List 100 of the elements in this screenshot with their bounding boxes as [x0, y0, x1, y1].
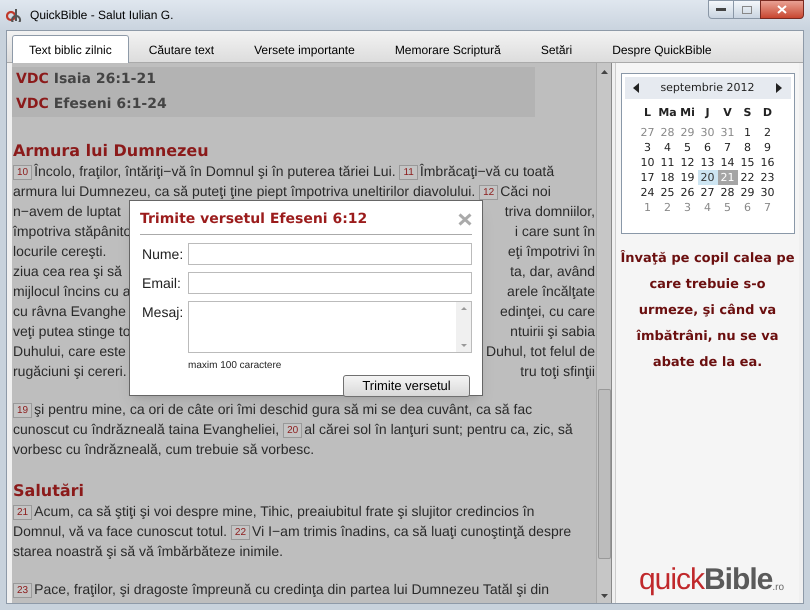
verse-number: 19 — [13, 403, 32, 418]
section-heading: Salutări — [13, 481, 86, 501]
calendar-day[interactable]: 15 — [738, 155, 758, 170]
scroll-up-icon[interactable] — [460, 307, 466, 310]
verse-number: 21 — [13, 505, 32, 520]
calendar-day[interactable]: 13 — [698, 155, 718, 170]
dialog-title: Trimite versetul Efeseni 6:12 — [140, 210, 368, 229]
field-label: Mesaj: — [142, 303, 184, 322]
calendar-day[interactable]: 11 — [658, 155, 678, 170]
calendar-day[interactable]: 24 — [638, 185, 658, 200]
verse-text: şi pentru mine, ca ori de câte ori îmi deschid gura să mi se dea cuvânt, ca să fac — [34, 401, 532, 417]
app-logo-icon — [6, 8, 24, 22]
calendar-day[interactable]: 26 — [678, 185, 698, 200]
calendar-day[interactable]: 28 — [718, 185, 738, 200]
close-icon[interactable] — [458, 213, 472, 226]
verse-text: Căci noi — [500, 183, 551, 199]
weekday-label: Ma — [658, 105, 678, 121]
previous-month-icon[interactable] — [632, 83, 638, 93]
reading-link[interactable]: VDC Isaia 26:1-21 — [16, 69, 535, 90]
calendar-day[interactable]: 6 — [738, 200, 758, 215]
quickbible-logo: quickBible.ro — [638, 565, 784, 595]
scrollbar[interactable] — [596, 63, 611, 603]
verse-text: locurile cereşti. — [13, 243, 106, 259]
calendar-day[interactable]: 20 — [698, 170, 718, 185]
tab[interactable]: Memorare Scriptură — [374, 38, 521, 62]
close-icon — [777, 5, 787, 14]
calendar-day[interactable]: 17 — [638, 170, 658, 185]
verse-text: triva domniilor, — [504, 203, 595, 219]
verse-text: Acum, ca să ştiţi şi voi despre mine, Tihic, preaiubitul frate şi slujitor credincios în — [34, 503, 534, 519]
calendar-day[interactable]: 19 — [678, 170, 698, 185]
calendar-day[interactable]: 3 — [678, 200, 698, 215]
tab[interactable]: Versete importante — [234, 38, 375, 62]
text-field[interactable] — [188, 272, 472, 294]
send-button[interactable]: Trimite versetul — [343, 375, 470, 397]
verse-text: împotriva stăpânito — [13, 223, 132, 239]
verse-text: starea noastră şi să vă îmbărbăteze inimile. — [13, 543, 284, 559]
calendar-day[interactable]: 22 — [738, 170, 758, 185]
calendar-day[interactable]: 25 — [658, 185, 678, 200]
month-title: septembrie 2012 — [660, 80, 755, 96]
verse-number: 20 — [283, 423, 302, 438]
verse-number: 11 — [399, 165, 418, 180]
calendar-day[interactable]: 28 — [658, 125, 678, 140]
message-field[interactable] — [188, 301, 472, 353]
tab[interactable]: Text biblic zilnic — [12, 35, 129, 63]
calendar-day[interactable]: 12 — [678, 155, 698, 170]
minimize-button[interactable] — [708, 0, 734, 19]
calendar-day[interactable]: 7 — [718, 140, 738, 155]
verse-text: ziua cea rea şi să — [13, 263, 122, 279]
calendar-day[interactable]: 4 — [698, 200, 718, 215]
tab[interactable]: Căutare text — [128, 38, 234, 62]
weekday-label: V — [722, 105, 733, 121]
reading-link[interactable]: VDC Efeseni 6:1-24 — [16, 94, 535, 115]
verse-number: 10 — [13, 165, 32, 180]
calendar-day[interactable]: 1 — [738, 125, 758, 140]
calendar-day[interactable]: 27 — [638, 125, 658, 140]
calendar-day[interactable]: 2 — [658, 200, 678, 215]
calendar-day[interactable]: 29 — [738, 185, 758, 200]
calendar-day[interactable]: 10 — [638, 155, 658, 170]
next-month-icon[interactable] — [776, 83, 782, 93]
verse-text: ntuirii şi sabia — [510, 323, 595, 339]
calendar-day[interactable]: 23 — [758, 170, 778, 185]
calendar-day[interactable]: 4 — [658, 140, 678, 155]
calendar-day[interactable]: 18 — [658, 170, 678, 185]
calendar-day[interactable]: 14 — [718, 155, 738, 170]
hint-text: maxim 100 caractere — [188, 359, 282, 373]
weekday-label: S — [742, 105, 752, 121]
calendar-day[interactable]: 9 — [758, 140, 778, 155]
scroll-down-icon[interactable] — [460, 344, 466, 347]
calendar-day[interactable]: 3 — [638, 140, 658, 155]
calendar-day[interactable]: 5 — [678, 140, 698, 155]
verse-text: Vi I−am trimis înadins, ca să luaţi cunoştinţă despre — [252, 523, 572, 539]
weekday-label: L — [642, 105, 652, 121]
calendar-day[interactable]: 31 — [718, 125, 738, 140]
verse-number: 23 — [13, 583, 32, 598]
calendar-day[interactable]: 30 — [698, 125, 718, 140]
minimize-icon — [716, 8, 726, 11]
tab[interactable]: Setări — [520, 38, 592, 62]
verse-text: i care sunt în — [514, 223, 595, 239]
calendar-day[interactable]: 16 — [758, 155, 778, 170]
calendar-day[interactable]: 1 — [638, 200, 658, 215]
text-field[interactable] — [188, 243, 472, 265]
close-button[interactable] — [760, 0, 804, 19]
calendar-day[interactable]: 29 — [678, 125, 698, 140]
verse-number: 22 — [230, 525, 250, 540]
scrollbar-thumb[interactable] — [598, 389, 610, 559]
calendar-day[interactable]: 2 — [758, 125, 778, 140]
verse-text: Îmbrăcaţi−vă cu toată — [420, 163, 554, 179]
tab[interactable]: Despre QuickBible — [592, 38, 732, 62]
calendar-day[interactable]: 30 — [758, 185, 778, 200]
calendar-day[interactable]: 7 — [758, 200, 778, 215]
calendar-day[interactable]: 6 — [698, 140, 718, 155]
scroll-up-icon[interactable] — [600, 70, 608, 74]
verse-text: Pace, fraţilor, şi dragoste împreună cu credinţa din partea lui Dumnezeu Tatăl şi din — [34, 581, 550, 597]
field-label: Email: — [142, 274, 182, 293]
calendar-day[interactable]: 5 — [718, 200, 738, 215]
verse-text: armura lui Dumnezeu, ca să puteţi ţine piept împotriva uneltirilor diavolului. — [13, 183, 476, 199]
verse-text: tru toţi sfinţii — [520, 363, 595, 379]
calendar-day[interactable]: 27 — [698, 185, 718, 200]
scroll-down-icon[interactable] — [600, 594, 608, 598]
calendar-day[interactable]: 8 — [738, 140, 758, 155]
